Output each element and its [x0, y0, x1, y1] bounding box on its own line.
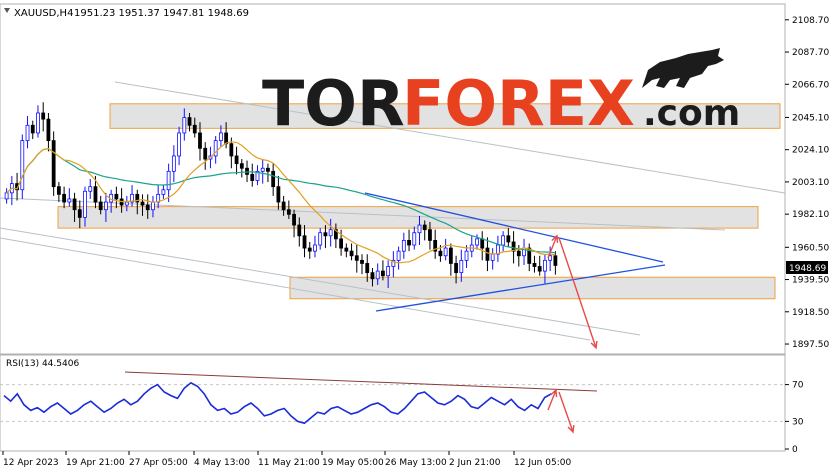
x-tick-label: 12 Jun 05:00	[514, 458, 571, 468]
x-tick-label: 2 Jun 21:00	[449, 458, 501, 468]
x-tick-label: 12 Apr 2023	[3, 458, 59, 468]
y-tick-label: 1939.50	[792, 276, 829, 286]
zone-3	[289, 276, 776, 300]
rsi-tick-label: 70	[792, 381, 804, 391]
y-tick-label: 2045.10	[792, 113, 829, 123]
symbol-label: XAUUSD,H4	[14, 8, 73, 19]
zone-2	[57, 206, 759, 229]
x-tick-label: 19 Apr 21:00	[66, 458, 125, 468]
rsi-title: RSI(13) 44.5406	[6, 359, 79, 369]
y-tick-label: 1960.50	[792, 243, 829, 253]
x-tick-label: 26 May 13:00	[385, 458, 447, 468]
x-tick-label: 19 May 05:00	[322, 458, 384, 468]
logo-part1: TOR	[262, 67, 405, 140]
rsi-tick-label: 0	[792, 445, 798, 455]
y-tick-label: 2087.70	[792, 48, 829, 58]
current-price-badge: 1948.69	[786, 261, 828, 274]
y-tick-label: 1918.50	[792, 308, 829, 318]
candle	[51, 131, 56, 196]
rsi-tick-label: 30	[792, 417, 804, 427]
ohlc-values: 1951.23 1951.37 1947.81 1948.69	[74, 8, 249, 19]
logo-part3: .com	[643, 93, 740, 134]
y-tick-label: 2108.70	[792, 16, 829, 26]
y-tick-label: 1982.10	[792, 210, 829, 220]
logo-part2: FOREX	[402, 67, 635, 140]
price-y-axis: 2108.70 2087.70 2066.70 2045.10 2024.10 2003.…	[785, 16, 829, 350]
x-tick-label: 27 Apr 05:00	[129, 458, 188, 468]
x-tick-label: 11 May 21:00	[258, 458, 320, 468]
time-x-axis: 12 Apr 2023 19 Apr 21:00 27 Apr 05:00 4 May…	[2, 451, 571, 468]
rsi-y-axis: 70 30 0	[785, 381, 804, 455]
x-tick-label: 4 May 13:00	[194, 458, 250, 468]
current-price-text: 1948.69	[789, 264, 826, 274]
y-tick-label: 2066.70	[792, 80, 829, 90]
y-tick-label: 2024.10	[792, 146, 829, 156]
candle	[20, 134, 25, 199]
chart-canvas: TOR FOREX .com XAUUSD,H4 1951.23 1951.37…	[0, 3, 829, 468]
y-tick-label: 2003.10	[792, 178, 829, 188]
chart-header: XAUUSD,H4 1951.23 1951.37 1947.81 1948.6…	[4, 8, 249, 19]
y-tick-label: 1897.50	[792, 340, 829, 350]
